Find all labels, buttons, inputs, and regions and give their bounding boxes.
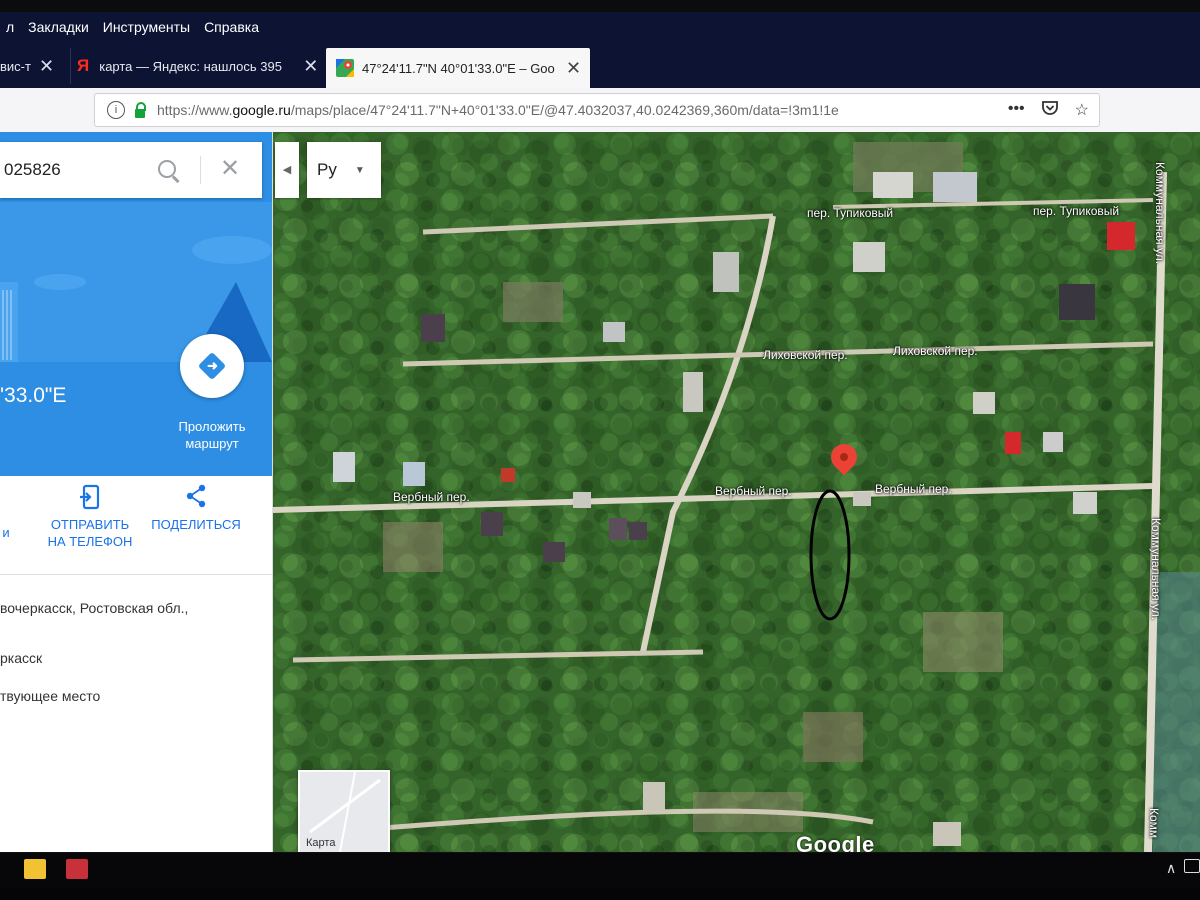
language-select[interactable]: Ру ▼	[307, 142, 381, 198]
search-separator	[200, 156, 201, 184]
send-to-phone-icon	[40, 484, 140, 510]
action-partial[interactable]: и	[0, 524, 12, 541]
street-label: Комм	[1147, 808, 1161, 839]
url-domain: google.ru	[232, 102, 291, 118]
menu-item-view[interactable]: л	[6, 19, 14, 35]
url-actions: ••• ☆	[1008, 100, 1089, 121]
close-icon[interactable]: ✕	[220, 154, 240, 183]
url-text[interactable]: https://www.google.ru/maps/place/47°24'1…	[157, 102, 957, 118]
satellite-map[interactable]: ◀ Ру ▼ пер. Тупиковый пер. Тупиковый Лих…	[273, 132, 1200, 852]
tab-title: карта — Яндекс: нашлось 395	[99, 58, 282, 74]
map-type-label: Карта	[306, 837, 336, 849]
chevron-down-icon: ▼	[354, 164, 365, 176]
address-bar[interactable]: i https://www.google.ru/maps/place/47°24…	[94, 93, 1100, 127]
street-label: Коммунальная ул.	[1149, 518, 1163, 621]
menu-item-bookmarks[interactable]: Закладки	[28, 19, 89, 35]
place-sidebar: ✕ '33.0"E ➜ Проложить маршрут и ОТПРАВИТ…	[0, 132, 273, 852]
share-button[interactable]: ПОДЕЛИТЬСЯ	[146, 484, 246, 533]
close-icon[interactable]: ✕	[303, 56, 318, 77]
street-label: Коммунальная ул.	[1153, 162, 1167, 265]
divider	[0, 574, 272, 575]
directions-button[interactable]: ➜	[180, 334, 244, 398]
sidebar-header: ✕ '33.0"E ➜ Проложить маршрут	[0, 132, 272, 476]
map-type-toggle[interactable]: Карта	[298, 770, 390, 852]
street-label: Вербный пер.	[393, 490, 470, 504]
menu-bar: л Закладки Инструменты Справка	[0, 12, 1200, 42]
street-label: пер. Тупиковый	[807, 206, 894, 220]
menu-item-help[interactable]: Справка	[204, 19, 259, 35]
search-input[interactable]	[2, 159, 156, 181]
bookmark-star-icon[interactable]: ☆	[1075, 100, 1089, 121]
url-path: /maps/place/47°24'11.7"N+40°01'33.0"E/@4…	[290, 102, 839, 118]
navigation-bar: i https://www.google.ru/maps/place/47°24…	[0, 88, 1200, 133]
tab-title: 47°24'11.7"N 40°01'33.0"E – Goo	[362, 60, 555, 76]
share-label: ПОДЕЛИТЬСЯ	[151, 517, 241, 532]
close-icon[interactable]: ✕	[39, 56, 54, 77]
tab-title: вис-т	[0, 58, 31, 74]
language-value: Ру	[317, 160, 337, 179]
folder-icon[interactable]	[24, 859, 46, 879]
street-label: Вербный пер.	[875, 482, 952, 496]
city-line: ркасск	[0, 650, 43, 666]
tab-partial[interactable]: вис-т ✕	[0, 48, 60, 84]
tab-bar: вис-т ✕ Я карта — Яндекс: нашлось 395 ✕ …	[0, 42, 1200, 120]
directions-label[interactable]: Проложить маршрут	[168, 418, 256, 452]
app-icon[interactable]	[66, 859, 88, 879]
taskbar: ∧	[0, 852, 1200, 889]
notification-icon[interactable]	[1184, 859, 1200, 873]
search-icon[interactable]	[158, 160, 176, 178]
arrow-right-icon: ➜	[207, 358, 218, 373]
info-icon[interactable]: i	[107, 101, 125, 119]
street-label: Вербный пер.	[715, 484, 792, 498]
street-label: пер. Тупиковый	[1033, 204, 1120, 218]
place-coordinates: '33.0"E	[0, 384, 67, 407]
street-label: Лиховской пер.	[893, 344, 978, 358]
action-label: и	[2, 525, 10, 540]
bottom-bezel	[0, 888, 1200, 900]
url-prefix: https://www.	[157, 102, 233, 118]
place-line: твующее место	[0, 688, 101, 704]
close-icon[interactable]: ✕	[566, 58, 581, 79]
street-label: Лиховской пер.	[763, 348, 848, 362]
tab-yandex[interactable]: Я карта — Яндекс: нашлось 395 ✕	[70, 48, 323, 84]
collapse-sidebar-button[interactable]: ◀	[275, 142, 299, 198]
send-to-phone-label: ОТПРАВИТЬ НА ТЕЛЕФОН	[47, 517, 133, 549]
screenshot: л Закладки Инструменты Справка вис-т ✕ Я…	[0, 0, 1200, 900]
chevron-up-icon[interactable]: ∧	[1166, 860, 1176, 877]
send-to-phone-button[interactable]: ОТПРАВИТЬ НА ТЕЛЕФОН	[40, 484, 140, 550]
google-maps-icon	[336, 59, 354, 77]
address-line: вочеркасск, Ростовская обл.,	[0, 600, 189, 616]
google-logo: Google	[796, 832, 875, 852]
more-icon[interactable]: •••	[1008, 100, 1025, 121]
search-box: ✕	[0, 142, 262, 198]
pocket-icon[interactable]	[1041, 100, 1059, 121]
yandex-icon: Я	[77, 56, 90, 75]
tab-google-maps[interactable]: 47°24'11.7"N 40°01'33.0"E – Goo ✕	[326, 48, 590, 88]
action-row: и ОТПРАВИТЬ НА ТЕЛЕФОН ПОДЕЛИТЬСЯ	[0, 484, 272, 574]
share-icon	[146, 484, 246, 510]
menu-item-tools[interactable]: Инструменты	[103, 19, 190, 35]
lock-icon[interactable]	[135, 101, 146, 118]
